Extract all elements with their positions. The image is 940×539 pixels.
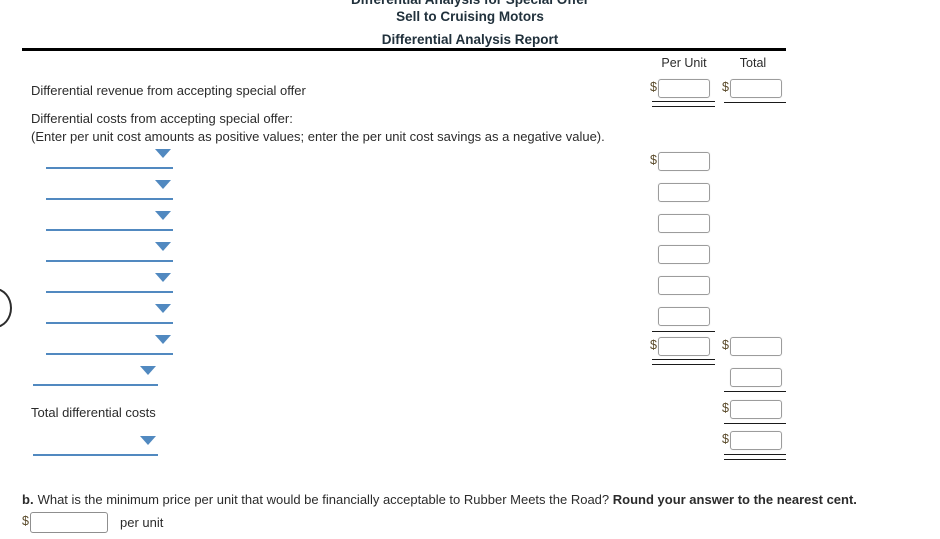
total-fourth-cell: $ [722,431,782,450]
dollar-sign: $ [722,80,729,95]
total-fourth-double-rule [724,454,786,460]
income-dropdown[interactable] [33,434,158,456]
question-b-answer-row: $ per unit [22,512,163,533]
column-header-total: Total [739,56,767,70]
revenue-total-input[interactable] [730,79,782,98]
total-costs-input[interactable] [730,337,782,356]
cost-per-unit-subtotal-cell: $ [650,337,710,356]
dollar-sign: $ [722,338,729,353]
total-fourth-input[interactable] [730,431,782,450]
question-b-emphasis: Round your answer to the nearest cent. [612,492,857,507]
cost-per-unit-subtotal-top-rule [652,331,715,332]
chevron-down-icon [155,180,171,189]
dropdown-underline [33,384,158,386]
question-b-answer-input[interactable] [30,512,108,533]
dropdown-underline [46,229,173,231]
cost-dropdown-2[interactable] [46,178,173,200]
cost-per-unit-subtotal-double-rule [652,359,715,365]
cost-subtotal-dropdown[interactable] [33,364,158,386]
cost-per-unit-input-5[interactable] [658,276,710,295]
report-title-line2: Differential Analysis Report [381,32,559,47]
column-header-per-unit: Per Unit [661,56,707,70]
dollar-sign: $ [650,153,657,168]
label-total-differential-costs: Total differential costs [31,405,156,420]
question-b-marker: b. [22,492,34,507]
total-third-cell: $ [722,400,782,419]
dollar-sign: $ [650,338,657,353]
cost-dropdown-7[interactable] [46,333,173,355]
chevron-down-icon [155,273,171,282]
revenue-total-cell: $ [722,79,782,98]
revenue-per-unit-input[interactable] [658,79,710,98]
chevron-down-icon [155,211,171,220]
total-second-cell: $ [722,368,782,387]
cost-per-unit-cell-3: $ [650,214,710,233]
cost-per-unit-input-2[interactable] [658,183,710,202]
cost-per-unit-input-3[interactable] [658,214,710,233]
dropdown-underline [33,454,158,456]
cost-per-unit-input-4[interactable] [658,245,710,264]
label-entry-instructions: (Enter per unit cost amounts as positive… [31,129,605,144]
cost-dropdown-6[interactable] [46,302,173,324]
revenue-per-unit-cell: $ [650,79,710,98]
chevron-down-icon [140,366,156,375]
revenue-per-unit-double-rule [652,101,715,107]
report-title-line1: Sell to Cruising Motors [396,9,544,24]
cost-dropdown-5[interactable] [46,271,173,293]
decorative-arc [0,288,12,328]
dropdown-underline [46,353,173,355]
clipped-page-title: Differential Analysis for Special Offer [0,0,940,7]
chevron-down-icon [155,242,171,251]
cost-dropdown-4[interactable] [46,240,173,262]
cost-per-unit-cell-4: $ [650,245,710,264]
cost-dropdown-1[interactable] [46,147,173,169]
cost-per-unit-cell-2: $ [650,183,710,202]
cost-dropdown-3[interactable] [46,209,173,231]
chevron-down-icon [155,304,171,313]
chevron-down-icon [140,436,156,445]
revenue-total-rule [724,102,786,103]
question-b-answer-suffix: per unit [120,515,164,530]
chevron-down-icon [155,335,171,344]
label-differential-revenue: Differential revenue from accepting spec… [31,83,306,98]
dollar-sign: $ [722,432,729,447]
question-b-text: What is the minimum price per unit that … [37,492,610,507]
dropdown-underline [46,260,173,262]
header-divider [22,48,786,51]
dropdown-underline [46,167,173,169]
total-second-rule [724,391,786,392]
cost-per-unit-subtotal-input[interactable] [658,337,710,356]
total-third-rule [724,423,786,424]
dollar-sign: $ [22,514,29,529]
label-differential-costs: Differential costs from accepting specia… [31,111,293,126]
chevron-down-icon [155,149,171,158]
total-second-input[interactable] [730,368,782,387]
cost-per-unit-input-1[interactable] [658,152,710,171]
cost-per-unit-input-6[interactable] [658,307,710,326]
dropdown-underline [46,322,173,324]
cost-per-unit-cell-6: $ [650,307,710,326]
cost-per-unit-cell-5: $ [650,276,710,295]
dropdown-underline [46,198,173,200]
total-costs-cell: $ [722,337,782,356]
dollar-sign: $ [722,401,729,416]
question-b: b. What is the minimum price per unit tha… [22,492,857,507]
cost-per-unit-cell-1: $ [650,152,710,171]
dropdown-underline [46,291,173,293]
dollar-sign: $ [650,80,657,95]
total-third-input[interactable] [730,400,782,419]
